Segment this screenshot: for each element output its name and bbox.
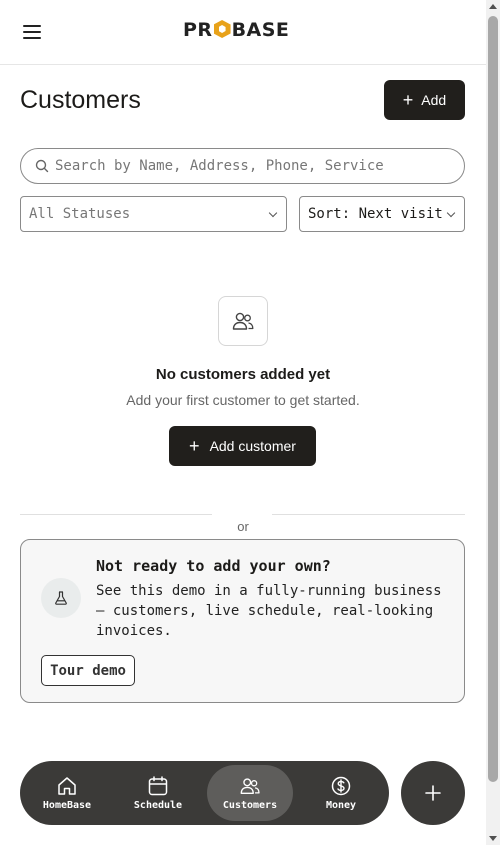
plus-icon <box>425 785 441 801</box>
app-header: PR BASE <box>0 0 486 65</box>
divider-right <box>272 514 465 515</box>
add-button-label: Add <box>421 92 447 108</box>
dollar-icon <box>331 776 351 796</box>
nav-item-customers[interactable]: Customers <box>207 765 293 821</box>
sort-value: Sort: Next visit <box>308 206 443 222</box>
bottom-navigation: HomeBase Schedule Customers Money <box>20 761 389 825</box>
logo-text-left: PR <box>183 19 213 41</box>
users-icon <box>240 778 260 795</box>
status-filter-value: All Statuses <box>29 206 131 222</box>
sort-select[interactable]: Sort: Next visit <box>299 196 465 232</box>
demo-card: Not ready to add your own? See this demo… <box>20 539 465 703</box>
empty-state-title: No customers added yet <box>155 366 331 383</box>
nav-label: Money <box>325 800 357 811</box>
chevron-down-icon <box>268 208 278 218</box>
nav-item-schedule[interactable]: Schedule <box>115 765 201 821</box>
scrollbar[interactable] <box>486 0 500 845</box>
quick-add-fab-button[interactable] <box>401 761 465 825</box>
scroll-down-arrow-icon[interactable] <box>489 836 497 841</box>
search-icon <box>35 159 49 173</box>
nav-label: HomeBase <box>42 800 92 811</box>
nav-item-homebase[interactable]: HomeBase <box>24 765 110 821</box>
demo-title: Not ready to add your own? <box>96 557 331 575</box>
nav-item-money[interactable]: Money <box>298 765 384 821</box>
probase-logo[interactable]: PR BASE <box>183 19 289 41</box>
tour-demo-button[interactable]: Tour demo <box>41 655 135 686</box>
calendar-icon <box>148 776 168 796</box>
hamburger-menu-icon[interactable] <box>20 20 44 44</box>
nav-label: Customers <box>222 800 278 811</box>
or-separator: or <box>237 519 249 534</box>
logo-hexagon-icon <box>213 20 231 38</box>
scrollbar-thumb[interactable] <box>488 16 498 782</box>
flask-icon <box>41 578 81 618</box>
empty-state-users-icon <box>218 296 268 346</box>
search-box[interactable] <box>20 148 465 184</box>
chevron-down-icon <box>446 208 456 218</box>
page-title: Customers <box>20 86 141 114</box>
empty-state-subtitle: Add your first customer to get started. <box>126 392 360 408</box>
add-customer-label: Add customer <box>209 438 296 454</box>
search-input[interactable] <box>55 158 445 174</box>
home-icon <box>58 777 76 795</box>
divider-left <box>20 514 212 515</box>
status-filter-select[interactable]: All Statuses <box>20 196 287 232</box>
nav-label: Schedule <box>133 800 183 811</box>
plus-icon: + <box>189 436 200 456</box>
add-customer-button[interactable]: + Add customer <box>169 426 316 466</box>
logo-text-right: BASE <box>231 19 290 41</box>
add-button[interactable]: + Add <box>384 80 465 120</box>
plus-icon: + <box>402 90 414 110</box>
demo-description: See this demo in a fully-running busines… <box>96 583 442 639</box>
scroll-up-arrow-icon[interactable] <box>489 4 497 9</box>
